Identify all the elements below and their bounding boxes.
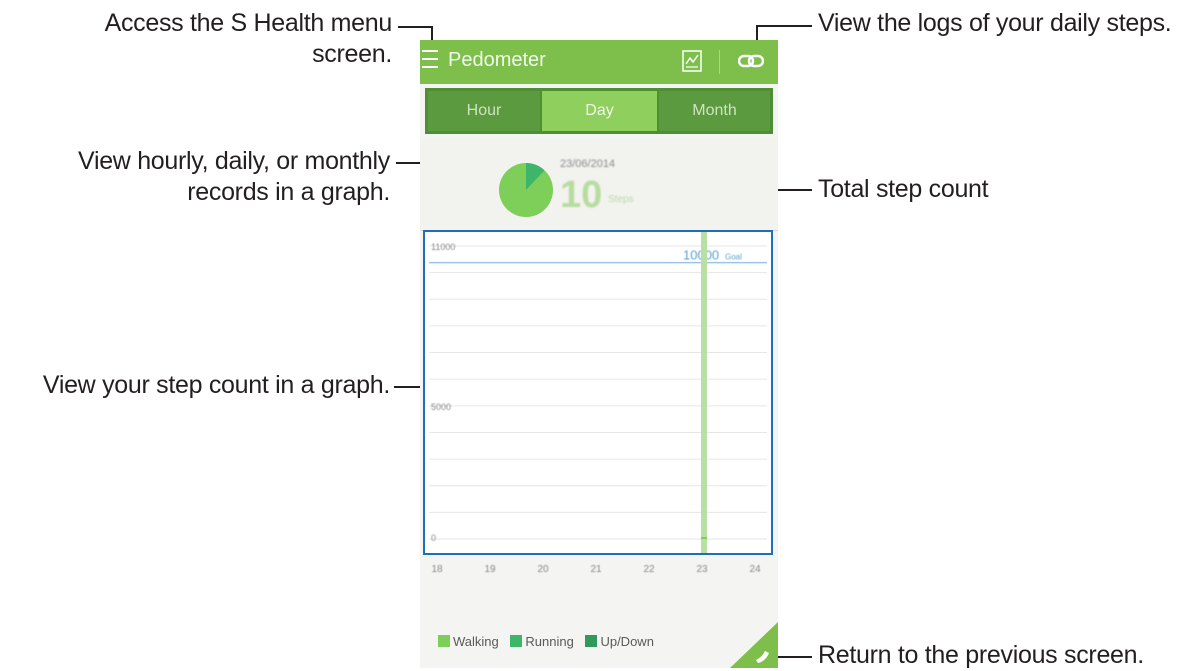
hamburger-menu-icon[interactable] [422,50,438,70]
link-icon[interactable] [738,52,764,70]
goal-unit: Goal [725,253,742,262]
period-tabs: Hour Day Month [425,88,773,134]
tab-month[interactable]: Month [659,91,770,131]
phone-screen: Pedometer Hour Day Month 23/06/2014 10 S… [420,40,778,668]
y-tick-label: 5000 [431,402,451,412]
x-tick-label: 24 [749,564,761,575]
legend-swatch [585,635,598,647]
callout-total: Total step count [818,175,989,203]
step-pie-chart [499,163,553,217]
legend-swatch [438,635,450,647]
callout-tabs: View hourly, daily, or monthly records i… [78,147,390,206]
chart-icon[interactable] [682,50,702,72]
x-tick-label: 20 [537,564,549,575]
callout-logs-line [756,25,812,27]
x-tick-label: 19 [484,564,496,575]
graph-canvas: 110005000010000Goal [429,232,767,553]
legend: Walking Running Up/Down [438,634,662,654]
callout-back-line [776,656,812,658]
app-title: Pedometer [448,49,546,71]
summary-date: 23/06/2014 [560,158,616,170]
step-bar [701,537,707,539]
back-button[interactable] [730,622,778,668]
x-tick-label: 23 [696,564,708,575]
step-graph[interactable]: 110005000010000Goal [423,230,773,555]
steps-unit: Steps [608,194,634,205]
x-tick-label: 22 [643,564,655,575]
legend-item-walking: Walking [438,634,499,649]
callout-graph: View your step count in a graph. [42,371,390,399]
x-tick-label: 18 [431,564,443,575]
legend-label: Up/Down [600,634,654,649]
callout-logs: View the logs of your daily steps. [818,9,1172,37]
x-tick-label: 21 [590,564,602,575]
action-bar-separator [719,50,720,74]
callout-back: Return to the previous screen. [818,641,1144,669]
action-bar: Pedometer [420,40,778,84]
tab-hour[interactable]: Hour [428,91,540,131]
legend-item-updown: Up/Down [585,634,654,649]
y-tick-label: 0 [431,533,436,543]
callout-menu-line [398,26,433,28]
current-hour-bar [701,232,707,553]
legend-label: Running [525,634,574,649]
step-summary: 23/06/2014 10 Steps [420,138,778,231]
x-axis: 18 19 20 21 22 23 24 [420,558,778,588]
tab-day[interactable]: Day [542,91,657,131]
legend-label: Walking [453,634,499,649]
legend-item-running: Running [510,634,574,649]
total-step-count: 10 [560,174,603,216]
legend-swatch [510,635,523,647]
y-tick-label: 11000 [431,242,455,252]
callout-menu: Access the S Health menu screen. [104,9,393,68]
